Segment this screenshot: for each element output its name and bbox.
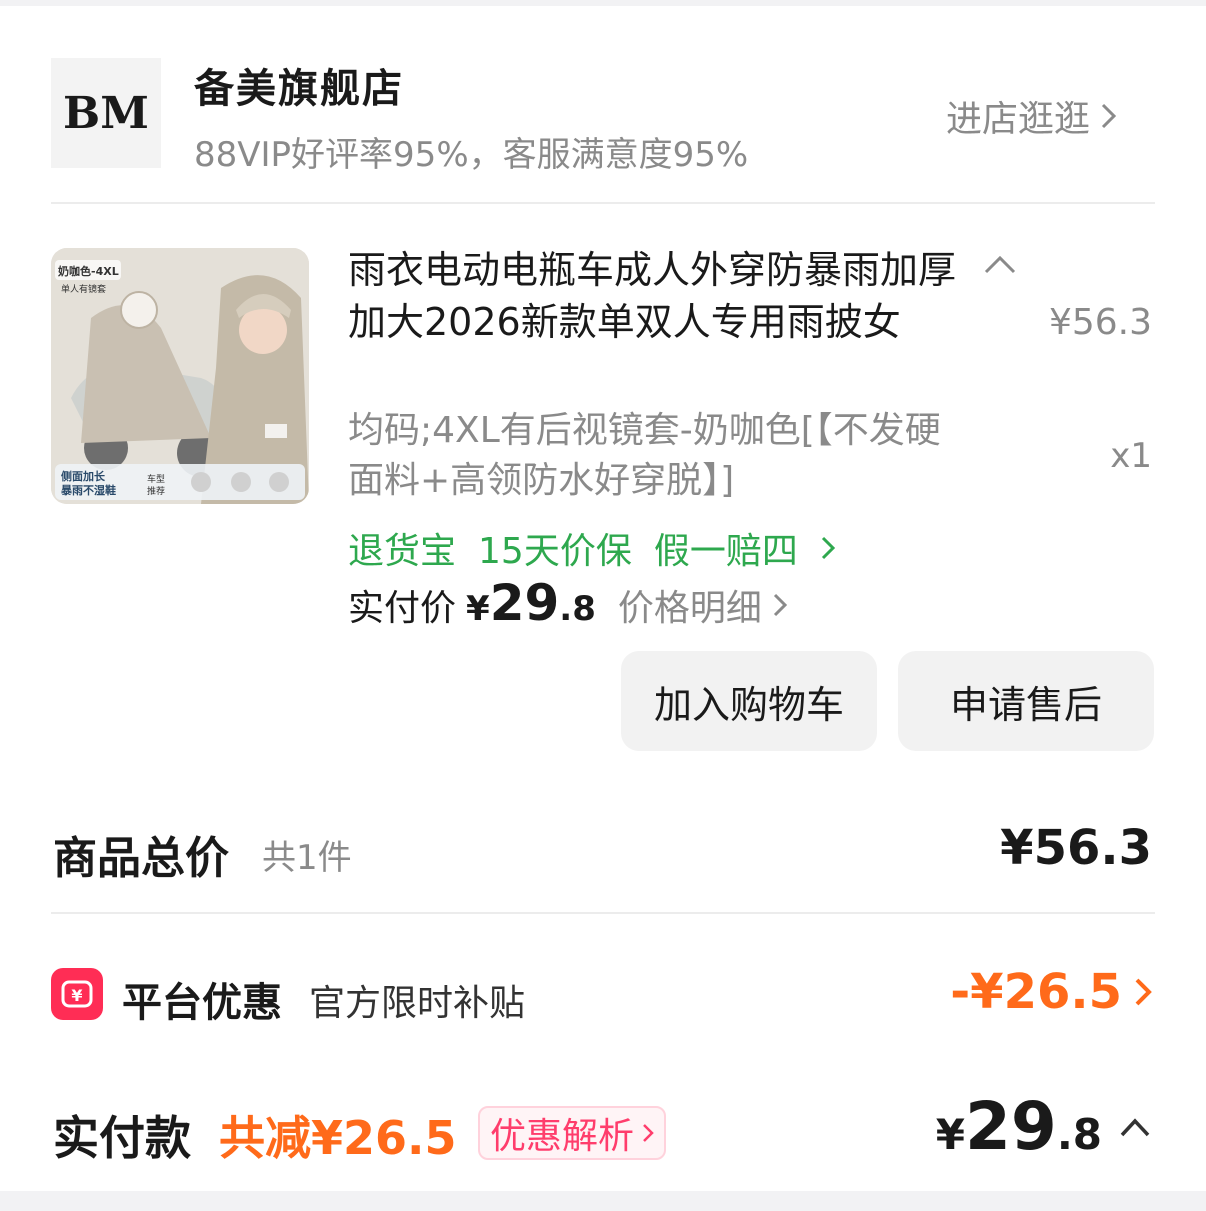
after-sale-button[interactable]: 申请售后 [898,651,1154,751]
promo-analysis-button[interactable]: 优惠解析 [478,1106,667,1160]
divider [51,912,1155,914]
promo-analysis-label: 优惠解析 [490,1116,635,1157]
final-currency: ¥ [935,1110,965,1159]
paid-currency: ¥ [466,589,490,629]
add-to-cart-button[interactable]: 加入购物车 [621,651,877,751]
divider [51,202,1155,204]
store-rating: 88VIP好评率95%，客服满意度95% [194,135,749,175]
svg-text:¥: ¥ [71,986,82,1005]
coupon-icon: ¥ [51,968,103,1020]
chevron-right-icon [821,536,835,560]
final-pay-label: 实付款 [53,1111,191,1165]
unit-price: ¥56.3 [1048,302,1152,343]
store-logo[interactable]: BM [51,58,161,168]
svg-text:车型: 车型 [147,473,165,485]
paid-integer: 29 [489,574,560,632]
total-value: ¥56.3 [1000,820,1152,876]
paid-price-row: 实付价 ¥ 29 .8 价格明细 [348,574,788,632]
raincoat-product-image: 奶咖色-4XL 单人有镜套 侧面加长 暴雨不湿鞋 车型 推荐 [51,248,309,504]
store-name[interactable]: 备美旗舰店 [194,56,404,114]
svg-text:单人有镜套: 单人有镜套 [61,283,106,295]
product-image[interactable]: 奶咖色-4XL 单人有镜套 侧面加长 暴雨不湿鞋 车型 推荐 [51,248,309,504]
chevron-right-icon [643,1124,654,1142]
service-badges[interactable]: 退货宝 15天价保 假一赔四 [348,522,836,574]
final-decimal: .8 [1056,1110,1102,1159]
chevron-up-icon[interactable] [1118,1115,1152,1139]
final-integer: 29 [964,1088,1057,1165]
enter-store-label: 进店逛逛 [946,99,1091,140]
platform-discount-value[interactable]: -¥26.5 [950,964,1152,1020]
item-count: 共1件 [262,838,352,878]
product-title[interactable]: 雨衣电动电瓶车成人外穿防暴雨加厚加大2026新款单双人专用雨披女 [348,244,958,348]
final-pay-value: ¥ 29 .8 [936,1088,1152,1165]
order-card: BM 备美旗舰店 88VIP好评率95%，客服满意度95% 进店逛逛 奶咖色-4… [0,6,1206,1191]
bm-logo-icon: BM [63,88,149,138]
svg-text:侧面加长: 侧面加长 [61,469,106,483]
total-label: 商品总价 [53,833,229,884]
quantity: x1 [1110,436,1152,476]
badge-fake-compensate: 假一赔四 [653,531,798,572]
badge-price-protect: 15天价保 [478,531,632,572]
price-detail-link[interactable]: 价格明细 [618,579,788,631]
enter-store-link[interactable]: 进店逛逛 [946,90,1118,142]
chevron-right-icon [1135,978,1152,1006]
product-spec: 均码;4XL有后视镜套-奶咖色[【不发硬面料+高领防水好穿脱】] [348,410,941,501]
price-detail-label: 价格明细 [617,588,762,629]
badge-return-insurance: 退货宝 [348,531,457,572]
svg-text:BM: BM [63,88,149,138]
platform-discount-label: 平台优惠 [122,980,282,1026]
platform-discount-sub: 官方限时补贴 [309,983,526,1024]
svg-text:暴雨不湿鞋: 暴雨不湿鞋 [60,483,116,497]
paid-decimal: .8 [559,589,596,629]
chevron-right-icon [773,593,787,617]
svg-text:奶咖色-4XL: 奶咖色-4XL [58,264,119,278]
discount-amount: -¥26.5 [950,964,1122,1020]
svg-text:推荐: 推荐 [147,485,165,497]
paid-label: 实付价 [348,588,457,629]
yen-ticket-icon: ¥ [61,980,93,1008]
total-saved: 共减¥26.5 [219,1111,457,1165]
chevron-up-icon[interactable] [980,250,1020,280]
chevron-right-icon [1101,103,1117,129]
